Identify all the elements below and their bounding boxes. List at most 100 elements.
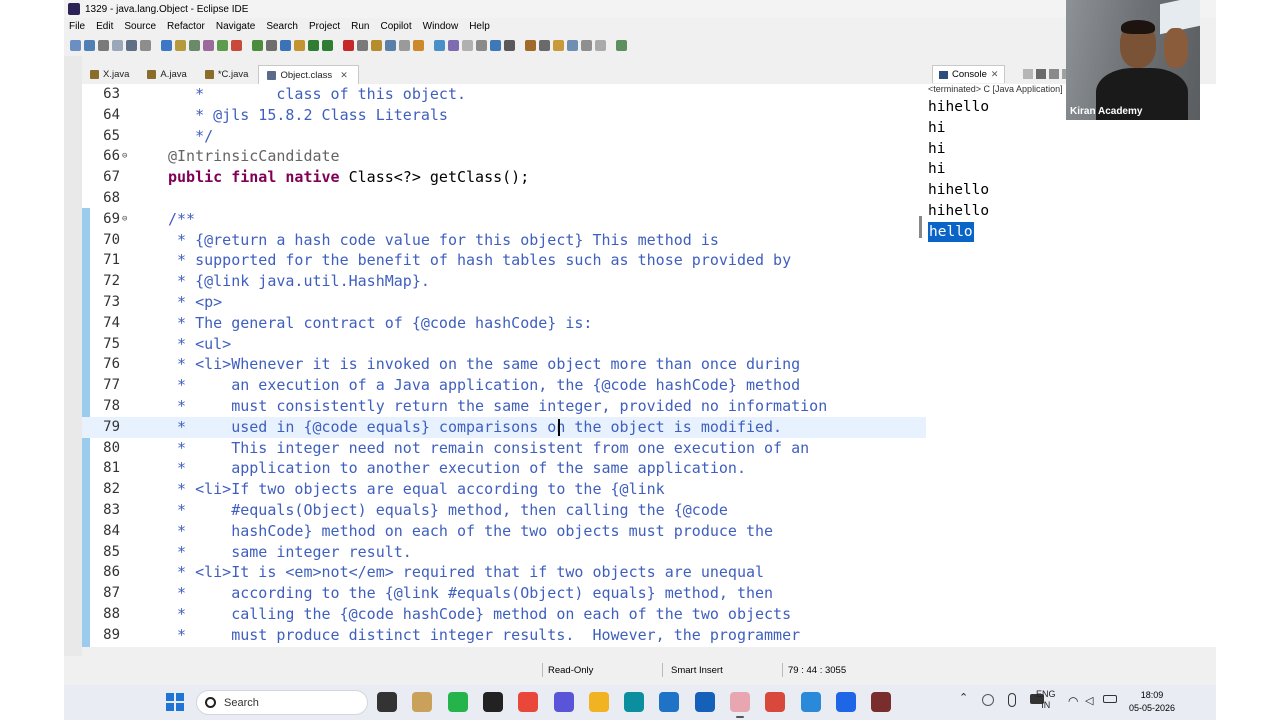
language-indicator[interactable]: ENG IN <box>1036 689 1056 711</box>
menu-file[interactable]: File <box>69 21 85 32</box>
code-line[interactable]: 68 <box>82 188 927 209</box>
close-icon[interactable]: ✕ <box>340 70 348 81</box>
menu-project[interactable]: Project <box>309 21 340 32</box>
chrome-profile-icon[interactable] <box>765 692 786 712</box>
close-icon[interactable]: ✕ <box>991 69 999 80</box>
toolbar-button-icon[interactable] <box>476 39 487 51</box>
toolbar-button-icon[interactable] <box>84 39 95 51</box>
code-line[interactable]: 88 * calling the {@code hashCode} method… <box>82 604 927 625</box>
code-line[interactable]: 67 public final native Class<?> getClass(… <box>82 167 927 188</box>
toolbar-button-icon[interactable] <box>161 39 172 51</box>
app-icon[interactable] <box>553 692 574 712</box>
toolbar-button-icon[interactable] <box>343 39 354 51</box>
code-line[interactable]: 83 * #equals(Object) equals} method, the… <box>82 500 927 521</box>
menu-refactor[interactable]: Refactor <box>167 21 205 32</box>
toolbar-button-icon[interactable] <box>266 39 277 51</box>
toolbar-button-icon[interactable] <box>553 39 564 51</box>
terminate-icon[interactable] <box>1023 69 1034 79</box>
photos-icon[interactable] <box>412 692 433 712</box>
editor-tab[interactable]: Object.class ✕ <box>258 65 359 84</box>
toolbar-button-icon[interactable] <box>140 39 151 51</box>
toolbar-button-icon[interactable] <box>385 39 396 51</box>
toolbar-button-icon[interactable] <box>231 39 242 51</box>
toolbar-button-icon[interactable] <box>175 39 186 51</box>
whatsapp-icon[interactable] <box>447 692 468 712</box>
code-line[interactable]: 86 * <li>It is <em>not</em> required tha… <box>82 562 927 583</box>
code-line[interactable]: 77 * an execution of a Java application,… <box>82 375 927 396</box>
toolbar-button-icon[interactable] <box>280 39 291 51</box>
toolbar-button-icon[interactable] <box>112 39 123 51</box>
menu-source[interactable]: Source <box>124 21 156 32</box>
edge-icon[interactable] <box>624 692 645 712</box>
toolbar-button-icon[interactable] <box>616 39 627 51</box>
code-line[interactable]: 74 * The general contract of {@code hash… <box>82 313 927 334</box>
toolbar-button-icon[interactable] <box>189 39 200 51</box>
code-line[interactable]: 73 * <p> <box>82 292 927 313</box>
code-line[interactable]: 78 * must consistently return the same i… <box>82 396 927 417</box>
toolbar-button-icon[interactable] <box>567 39 578 51</box>
toolbar-button-icon[interactable] <box>203 39 214 51</box>
remove-launch-icon[interactable] <box>1036 69 1047 79</box>
toolbar-button-icon[interactable] <box>294 39 305 51</box>
toolbar-button-icon[interactable] <box>581 39 592 51</box>
file-explorer-icon[interactable] <box>588 692 609 712</box>
toolbar-button-icon[interactable] <box>98 39 109 51</box>
toolbar-button-icon[interactable] <box>504 39 515 51</box>
code-line[interactable]: 70 * {@return a hash code value for this… <box>82 230 927 251</box>
toolbar-button-icon[interactable] <box>525 39 536 51</box>
notepad-icon[interactable] <box>800 692 821 712</box>
toolbar-button-icon[interactable] <box>434 39 445 51</box>
toolbar-button-icon[interactable] <box>126 39 137 51</box>
snipping-tool-icon[interactable] <box>730 692 750 718</box>
code-line[interactable]: 69 ⊖ /** <box>82 209 927 230</box>
menu-help[interactable]: Help <box>469 21 490 32</box>
code-line[interactable]: 75 * <ul> <box>82 334 927 355</box>
wifi-icon[interactable]: ◠ <box>1068 694 1078 708</box>
code-line[interactable]: 82 * <li>If two objects are equal accord… <box>82 479 927 500</box>
code-line[interactable]: 81 * application to another execution of… <box>82 458 927 479</box>
menu-navigate[interactable]: Navigate <box>216 21 255 32</box>
code-editor[interactable]: 63 * class of this object. 64 * @jls 15.8… <box>82 84 927 647</box>
toolbar-button-icon[interactable] <box>490 39 501 51</box>
remove-all-icon[interactable] <box>1049 69 1060 79</box>
code-line[interactable]: 71 * supported for the benefit of hash t… <box>82 250 927 271</box>
code-line[interactable]: 65 */ <box>82 126 927 147</box>
tray-app-icon[interactable] <box>982 694 994 706</box>
volume-icon[interactable]: ◁ <box>1085 694 1093 707</box>
menu-run[interactable]: Run <box>351 21 369 32</box>
eclipse-taskbar-icon[interactable] <box>871 692 892 712</box>
toolbar-button-icon[interactable] <box>217 39 228 51</box>
code-line[interactable]: 64 * @jls 15.8.2 Class Literals <box>82 105 927 126</box>
fold-toggle-icon[interactable]: ⊖ <box>122 209 127 230</box>
toolbar-button-icon[interactable] <box>371 39 382 51</box>
tray-overflow-icon[interactable]: ⌃ <box>959 691 968 704</box>
toolbar-button-icon[interactable] <box>539 39 550 51</box>
editor-tab[interactable]: A.java <box>139 65 196 84</box>
file-explorer-dark-icon[interactable] <box>377 692 397 712</box>
menu-window[interactable]: Window <box>423 21 459 32</box>
toolbar-button-icon[interactable] <box>413 39 424 51</box>
editor-tab[interactable]: *C.java <box>197 65 259 84</box>
toolbar-button-icon[interactable] <box>70 39 81 51</box>
chrome-icon[interactable] <box>518 692 539 712</box>
taskbar-search[interactable]: Search <box>196 690 368 715</box>
toolbar-button-icon[interactable] <box>399 39 410 51</box>
vscode-icon[interactable] <box>659 692 680 712</box>
console-view[interactable]: <terminated> C [Java Application] hihell… <box>926 84 1216 647</box>
zoom-icon[interactable] <box>835 692 856 712</box>
outlook-icon[interactable] <box>694 692 715 712</box>
fold-toggle-icon[interactable]: ⊖ <box>122 146 127 167</box>
toolbar-button-icon[interactable] <box>595 39 606 51</box>
toolbar-button-icon[interactable] <box>448 39 459 51</box>
menu-edit[interactable]: Edit <box>96 21 113 32</box>
code-line[interactable]: 63 * class of this object. <box>82 84 927 105</box>
code-line[interactable]: 79 * used in {@code equals} comparisons … <box>82 416 927 438</box>
windows-start-icon[interactable] <box>166 693 184 711</box>
tab-console[interactable]: Console ✕ <box>932 65 1006 83</box>
code-line[interactable]: 80 * This integer need not remain consis… <box>82 438 927 459</box>
editor-tab[interactable]: X.java <box>82 65 139 84</box>
menu-copilot[interactable]: Copilot <box>380 21 411 32</box>
code-line[interactable]: 85 * same integer result. <box>82 542 927 563</box>
battery-icon[interactable] <box>1103 695 1117 703</box>
microphone-icon[interactable] <box>1008 693 1016 707</box>
